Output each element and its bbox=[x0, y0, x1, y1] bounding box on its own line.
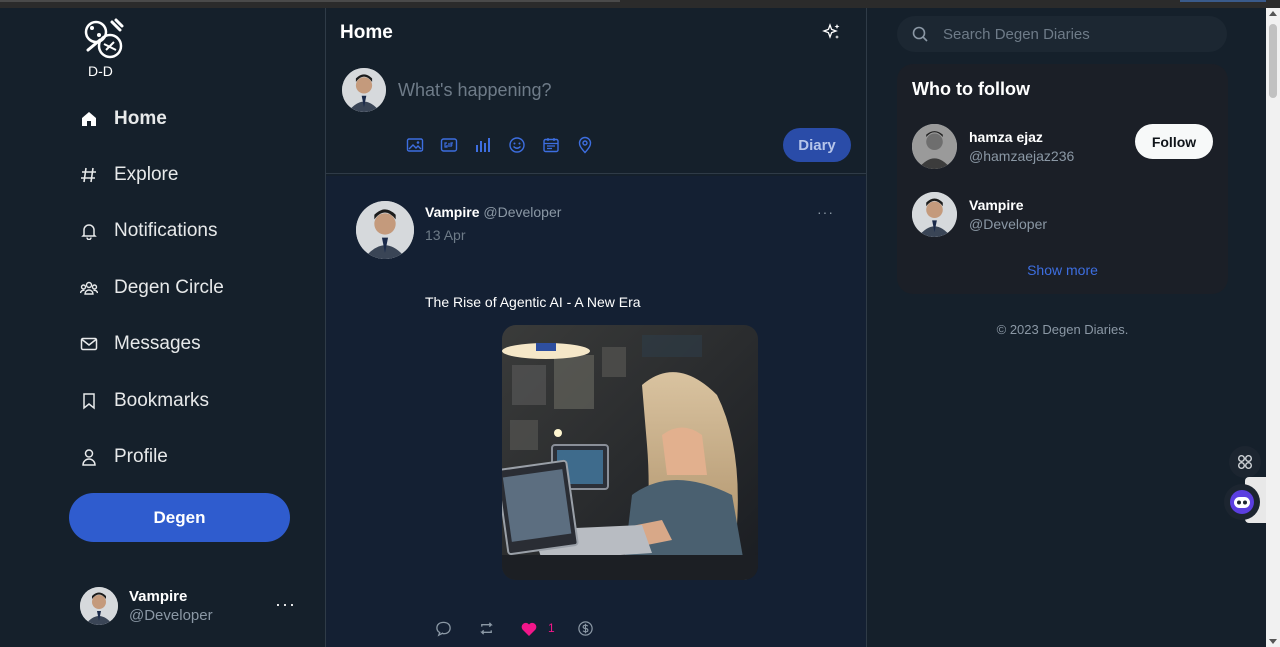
composer-input[interactable]: What's happening? bbox=[398, 80, 552, 101]
post-author-name: Vampire bbox=[425, 204, 480, 220]
nav-item-label: Messages bbox=[114, 333, 201, 354]
user-icon bbox=[80, 448, 98, 466]
gif-icon[interactable] bbox=[440, 136, 458, 154]
mail-icon bbox=[80, 335, 98, 353]
avatar bbox=[80, 587, 118, 625]
browser-top-strip bbox=[0, 0, 1280, 8]
suggestion-name: Vampire bbox=[969, 196, 1024, 213]
search-input[interactable] bbox=[943, 25, 1203, 43]
repost-icon[interactable] bbox=[477, 619, 495, 637]
hash-icon bbox=[80, 166, 98, 184]
show-more-link[interactable]: Show more bbox=[897, 262, 1228, 278]
follow-suggestion[interactable]: hamza ejaz @hamzaejaz236 bbox=[912, 124, 1074, 169]
who-to-follow-panel: Who to follow hamza ejaz @hamzaejaz236 F… bbox=[897, 64, 1228, 294]
bookmark-icon bbox=[80, 392, 98, 410]
nav-item-messages[interactable]: Messages bbox=[80, 324, 201, 364]
bell-icon bbox=[80, 222, 98, 240]
avatar bbox=[342, 68, 386, 112]
current-user-card[interactable]: Vampire @Developer ··· bbox=[80, 586, 310, 626]
follow-button[interactable]: Follow bbox=[1135, 124, 1213, 159]
post-author[interactable]: Vampire @Developer bbox=[425, 204, 561, 220]
suggestion-handle: @hamzaejaz236 bbox=[969, 147, 1075, 164]
scrollbar-thumb[interactable] bbox=[1269, 24, 1277, 98]
nav-item-label: Degen Circle bbox=[114, 277, 224, 298]
composer-toolbar bbox=[406, 136, 594, 154]
like-count: 1 bbox=[548, 621, 555, 635]
nav-item-bookmarks[interactable]: Bookmarks bbox=[80, 381, 209, 421]
post-text: The Rise of Agentic AI - A New Era bbox=[425, 294, 641, 310]
scroll-up-icon[interactable] bbox=[1269, 11, 1277, 16]
search-bar[interactable] bbox=[897, 16, 1227, 52]
nav-item-home[interactable]: Home bbox=[80, 99, 167, 139]
user-name: Vampire bbox=[129, 588, 188, 605]
degen-button[interactable]: Degen bbox=[69, 493, 290, 542]
tip-dollar-icon[interactable] bbox=[577, 619, 595, 637]
search-icon bbox=[911, 25, 929, 43]
nav-item-label: Profile bbox=[114, 446, 168, 467]
suggestion-name: hamza ejaz bbox=[969, 128, 1043, 145]
avatar bbox=[912, 124, 957, 169]
nav-item-explore[interactable]: Explore bbox=[80, 155, 178, 195]
comment-icon[interactable] bbox=[434, 619, 452, 637]
nav-item-label: Home bbox=[114, 108, 167, 129]
calendar-icon[interactable] bbox=[542, 136, 560, 154]
more-options-icon[interactable]: ··· bbox=[275, 594, 296, 615]
page-title: Home bbox=[340, 22, 393, 43]
nav-item-label: Bookmarks bbox=[114, 390, 210, 411]
scrollbar[interactable] bbox=[1266, 8, 1280, 647]
nav-item-label: Notifications bbox=[114, 220, 218, 241]
tab-strip-segment bbox=[0, 0, 620, 2]
scroll-down-icon[interactable] bbox=[1269, 639, 1277, 644]
circle-users-icon bbox=[80, 279, 98, 297]
user-handle: @Developer bbox=[129, 607, 213, 624]
nav-item-label: Explore bbox=[114, 164, 179, 185]
who-to-follow-title: Who to follow bbox=[912, 79, 1030, 99]
image-icon[interactable] bbox=[406, 136, 424, 154]
nav-item-profile[interactable]: Profile bbox=[80, 437, 168, 477]
composer: What's happening? Diary bbox=[326, 56, 866, 174]
diary-button[interactable]: Diary bbox=[783, 128, 851, 162]
sparkle-icon[interactable] bbox=[822, 22, 842, 42]
home-icon bbox=[80, 110, 98, 128]
apps-grid-icon[interactable] bbox=[1229, 446, 1261, 478]
location-icon[interactable] bbox=[576, 136, 594, 154]
copyright-text: © 2023 Degen Diaries. bbox=[996, 322, 1129, 337]
more-options-icon[interactable]: ··· bbox=[817, 204, 834, 220]
nav-item-notifications[interactable]: Notifications bbox=[80, 211, 218, 251]
nav-item-degen-circle[interactable]: Degen Circle bbox=[80, 268, 224, 308]
heart-icon[interactable] bbox=[520, 619, 538, 637]
tab-strip-segment bbox=[1180, 0, 1266, 2]
emoji-icon[interactable] bbox=[508, 136, 526, 154]
post-card[interactable]: Vampire @Developer 13 Apr ··· The Rise o… bbox=[326, 176, 866, 647]
post-date: 13 Apr bbox=[425, 227, 466, 243]
assistant-bot-icon[interactable] bbox=[1224, 484, 1260, 520]
suggestion-handle: @Developer bbox=[969, 215, 1048, 232]
follow-suggestion[interactable]: Vampire @Developer bbox=[912, 192, 1047, 237]
post-actions: 1 bbox=[434, 619, 595, 637]
main-column: Home What's happening? Diary Vampire @De… bbox=[325, 8, 867, 647]
app-logo-icon[interactable] bbox=[80, 16, 126, 62]
avatar[interactable] bbox=[356, 201, 414, 259]
avatar bbox=[912, 192, 957, 237]
logo-text: D-D bbox=[88, 63, 113, 79]
post-author-handle: @Developer bbox=[483, 204, 562, 220]
post-image[interactable] bbox=[502, 325, 758, 580]
left-sidebar: D-D Home Explore Notifications Degen Cir… bbox=[0, 8, 325, 647]
poll-icon[interactable] bbox=[474, 136, 492, 154]
